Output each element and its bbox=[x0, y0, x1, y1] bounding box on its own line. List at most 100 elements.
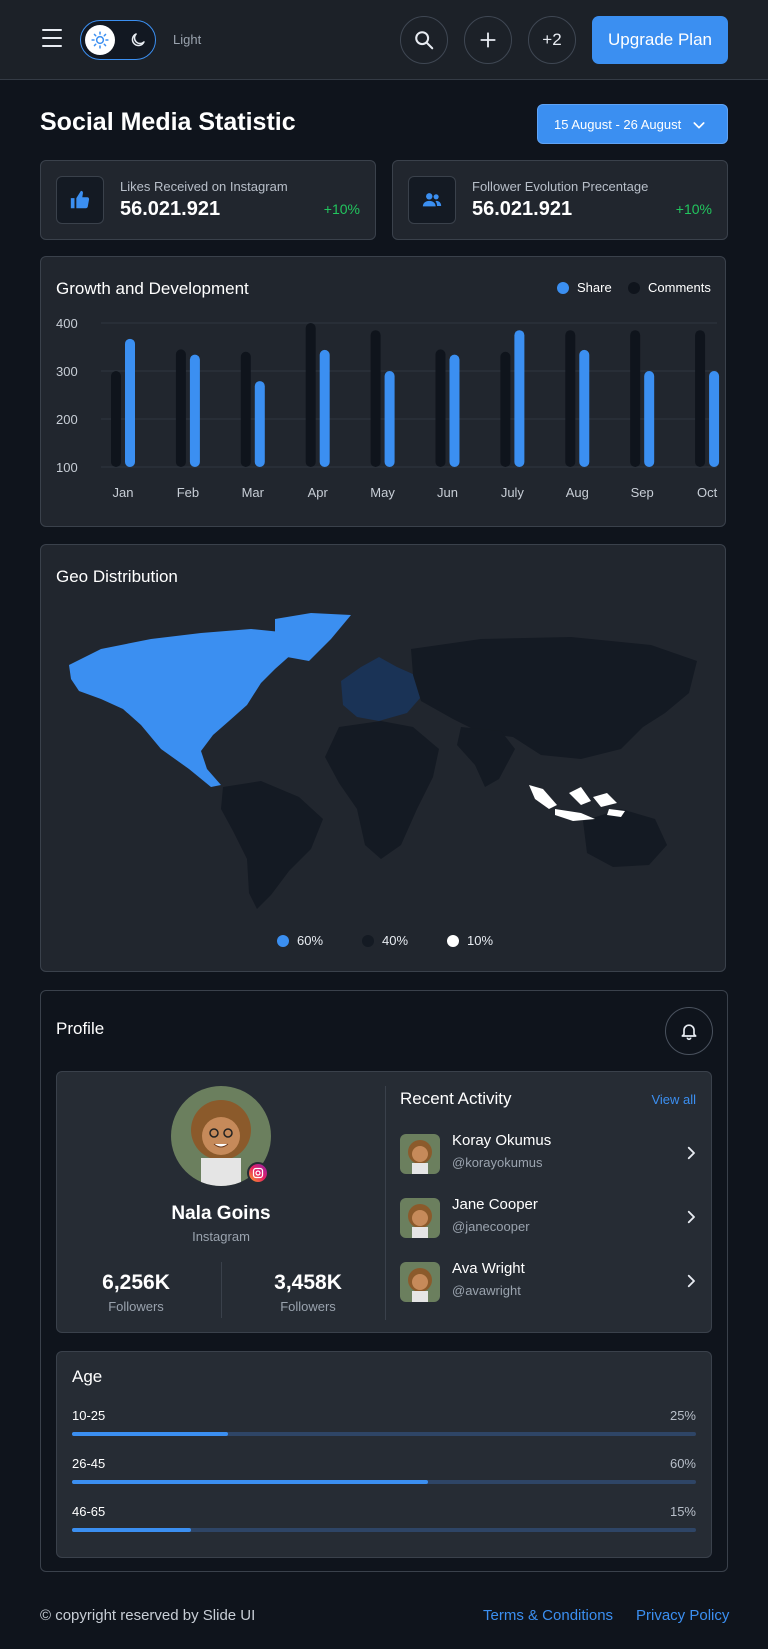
stat-value: 56.021.921 bbox=[120, 198, 221, 220]
chevron-right-icon bbox=[687, 1210, 695, 1224]
bar-comments bbox=[565, 330, 576, 467]
bar-comments bbox=[435, 349, 446, 467]
activity-handle: @avawright bbox=[452, 1283, 521, 1298]
age-range: 10-25 bbox=[72, 1408, 106, 1423]
legend-dot bbox=[362, 934, 374, 947]
bar-comments bbox=[240, 351, 251, 467]
age-row: 10-25 25% bbox=[72, 1408, 696, 1438]
upgrade-plan-button[interactable]: Upgrade Plan bbox=[592, 16, 728, 64]
x-tick-label: Jun bbox=[437, 485, 458, 500]
stat-card-likes: Likes Received on Instagram 56.021.921 +… bbox=[40, 160, 376, 240]
view-all-link[interactable]: View all bbox=[651, 1092, 696, 1107]
moon-icon[interactable] bbox=[123, 25, 153, 55]
plus-icon bbox=[480, 32, 496, 48]
map-africa bbox=[325, 721, 439, 859]
x-tick-label: July bbox=[501, 485, 525, 500]
age-card: Age 10-25 25% 26-45 60% 46-65 15% bbox=[56, 1351, 712, 1558]
legend-label: 10% bbox=[467, 933, 494, 948]
notifications-button[interactable] bbox=[665, 1007, 713, 1055]
legend-comments-dot bbox=[628, 281, 640, 294]
growth-bar-chart: 400 300 200 100 Jan Feb Mar Apr May Jun July Aug Sep… bbox=[56, 316, 720, 500]
chevron-right-icon bbox=[687, 1146, 695, 1160]
activity-name: Koray Okumus bbox=[452, 1132, 552, 1149]
activity-name: Jane Cooper bbox=[452, 1196, 538, 1213]
geo-distribution-card: Geo Distribution 60% 40% 10% bbox=[40, 544, 726, 972]
x-tick-label: May bbox=[370, 485, 395, 500]
map-australia bbox=[583, 809, 667, 867]
x-tick-label: Mar bbox=[242, 485, 265, 500]
activity-item[interactable]: Ava Wright @avawright bbox=[400, 1258, 700, 1306]
chevron-down-icon bbox=[693, 122, 705, 129]
legend-label: 40% bbox=[382, 933, 409, 948]
bar-comments bbox=[630, 330, 641, 467]
stat-card-followers: Follower Evolution Precentage 56.021.921… bbox=[392, 160, 728, 240]
y-tick-label: 200 bbox=[56, 412, 78, 427]
bar-comments bbox=[175, 349, 186, 467]
thumbs-up-icon bbox=[56, 176, 104, 224]
world-map bbox=[69, 613, 697, 909]
map-greenland bbox=[275, 613, 351, 661]
legend-dot bbox=[277, 934, 289, 947]
legend-share: Share bbox=[557, 280, 612, 295]
theme-toggle[interactable] bbox=[80, 20, 156, 60]
theme-label: Light bbox=[173, 32, 202, 47]
growth-chart-title: Growth and Development bbox=[56, 279, 249, 298]
bell-icon bbox=[681, 1024, 697, 1041]
bar-share bbox=[384, 371, 395, 467]
legend-comments-label: Comments bbox=[648, 280, 711, 295]
age-progress-track bbox=[72, 1528, 696, 1532]
bar-share bbox=[254, 381, 265, 467]
avatar bbox=[400, 1134, 440, 1174]
bar-comments bbox=[695, 330, 706, 467]
add-button[interactable] bbox=[464, 16, 512, 64]
activity-item[interactable]: Koray Okumus @korayokumus bbox=[400, 1130, 700, 1178]
bar-comments bbox=[111, 371, 121, 467]
age-title: Age bbox=[72, 1367, 103, 1386]
bar-comments bbox=[500, 351, 511, 467]
stat-label: Likes Received on Instagram bbox=[120, 179, 288, 194]
profile-name: Nala Goins bbox=[171, 1203, 271, 1224]
privacy-link[interactable]: Privacy Policy bbox=[636, 1607, 729, 1624]
stat-value: 56.021.921 bbox=[472, 198, 573, 220]
y-tick-label: 400 bbox=[56, 316, 78, 331]
terms-link[interactable]: Terms & Conditions bbox=[483, 1607, 613, 1624]
profile-avatar-wrap bbox=[171, 1086, 271, 1186]
more-count-button[interactable]: +2 bbox=[528, 16, 576, 64]
age-progress-track bbox=[72, 1480, 696, 1484]
recent-activity-title: Recent Activity bbox=[400, 1089, 512, 1108]
followers-count: 6,256K bbox=[102, 1271, 170, 1294]
instagram-icon bbox=[247, 1162, 269, 1184]
bar-share bbox=[125, 338, 135, 467]
bar-comments bbox=[305, 323, 316, 467]
page-title: Social Media Statistic bbox=[40, 108, 296, 136]
menu-icon[interactable] bbox=[42, 29, 62, 49]
age-progress-fill bbox=[72, 1528, 191, 1532]
geo-legend-item: 60% bbox=[277, 933, 323, 948]
bar-share bbox=[709, 371, 720, 467]
geo-title: Geo Distribution bbox=[56, 567, 178, 586]
map-south-america bbox=[221, 781, 323, 909]
profile-platform: Instagram bbox=[192, 1229, 250, 1244]
followers-label: Followers bbox=[280, 1299, 336, 1314]
activity-name: Ava Wright bbox=[452, 1260, 525, 1277]
avatar bbox=[400, 1262, 440, 1302]
sun-icon[interactable] bbox=[85, 25, 115, 55]
avatar bbox=[400, 1198, 440, 1238]
y-tick-label: 300 bbox=[56, 364, 78, 379]
age-percent: 60% bbox=[669, 1456, 696, 1471]
age-range: 46-65 bbox=[72, 1504, 106, 1519]
date-range-picker[interactable]: 15 August - 26 August bbox=[537, 104, 728, 144]
geo-legend-item: 10% bbox=[447, 933, 493, 948]
activity-item[interactable]: Jane Cooper @janecooper bbox=[400, 1194, 700, 1242]
activity-handle: @janecooper bbox=[452, 1219, 530, 1234]
profile-summary: Nala Goins Instagram 6,256K Followers 3,… bbox=[56, 1071, 712, 1333]
legend-comments: Comments bbox=[628, 280, 711, 295]
copyright-text: © copyright reserved by Slide UI bbox=[40, 1607, 256, 1624]
bar-share bbox=[579, 349, 590, 467]
x-tick-label: Sep bbox=[631, 485, 654, 500]
search-button[interactable] bbox=[400, 16, 448, 64]
bar-share bbox=[644, 371, 655, 467]
age-row: 26-45 60% bbox=[72, 1456, 696, 1486]
section-divider bbox=[385, 1086, 386, 1320]
age-progress-track bbox=[72, 1432, 696, 1436]
